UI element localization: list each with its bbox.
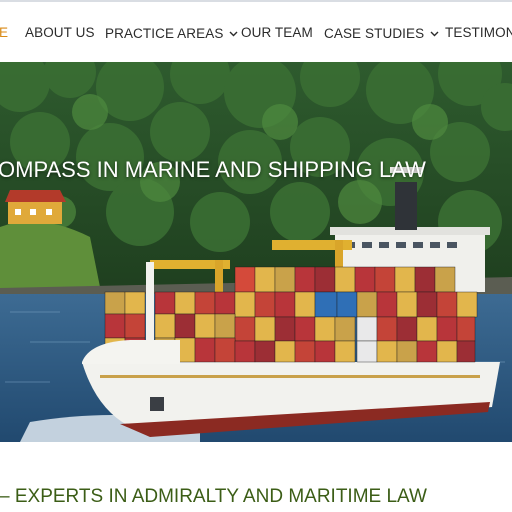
hero-banner: OMPASS IN MARINE AND SHIPPING LAW bbox=[0, 62, 512, 442]
nav-item-our-team[interactable]: OUR TEAM bbox=[241, 25, 313, 40]
main-navigation: E ABOUT US PRACTICE AREAS OUR TEAM CASE … bbox=[0, 2, 512, 60]
section-heading: – EXPERTS IN ADMIRALTY AND MARITIME LAW bbox=[0, 486, 427, 507]
nav-item-case-studies[interactable]: CASE STUDIES bbox=[324, 25, 439, 41]
hero-title: OMPASS IN MARINE AND SHIPPING LAW bbox=[0, 157, 426, 182]
chevron-down-icon bbox=[229, 25, 238, 40]
hero-image bbox=[0, 62, 512, 442]
nav-item-home[interactable]: E bbox=[0, 25, 8, 40]
nav-item-practice-areas-label: PRACTICE AREAS bbox=[105, 26, 224, 41]
chevron-down-icon bbox=[430, 25, 439, 40]
nav-item-case-studies-label: CASE STUDIES bbox=[324, 26, 425, 41]
nav-item-practice-areas[interactable]: PRACTICE AREAS bbox=[105, 25, 238, 41]
nav-item-about-us[interactable]: ABOUT US bbox=[25, 25, 95, 40]
nav-item-testimonials[interactable]: TESTIMONIA bbox=[445, 25, 512, 40]
